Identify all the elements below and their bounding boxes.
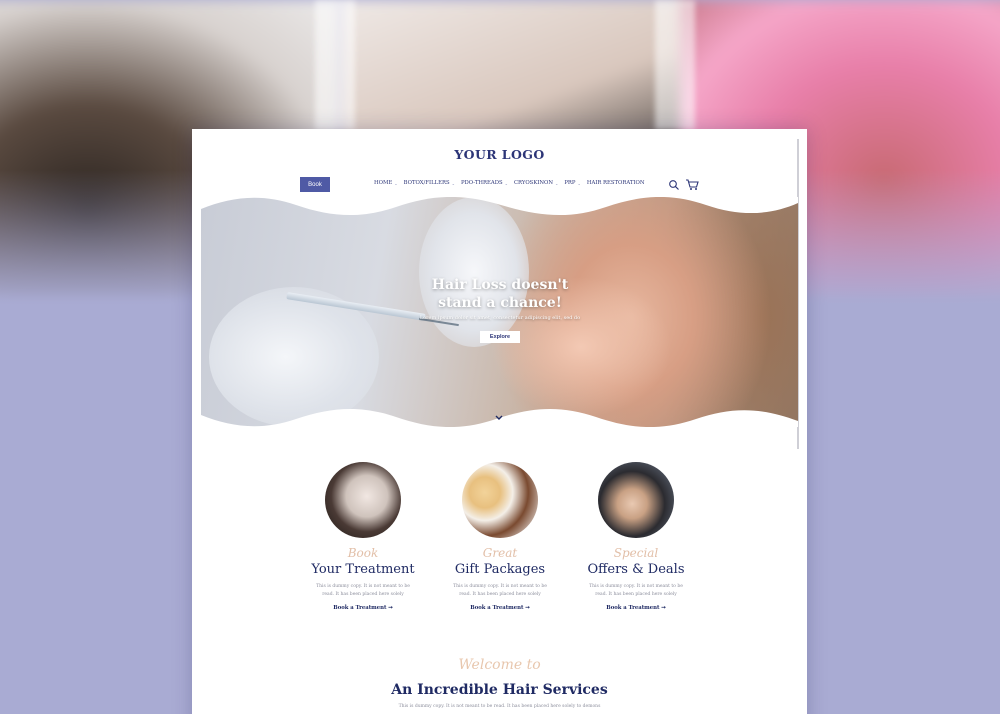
- hero-wave-top: [201, 197, 798, 216]
- chevron-down-icon: ⌄: [577, 180, 581, 186]
- card-offers-deals: Special Offers & Deals This is dummy cop…: [571, 462, 701, 611]
- link-label: Book a Treatment: [470, 605, 524, 611]
- book-treatment-link[interactable]: Book a Treatment ➞: [435, 605, 565, 611]
- website-mockup: YOUR LOGO Book HOME ⌄ BOTOX/FILLERS ⌄ PDO-…: [192, 129, 807, 714]
- nav-label: BOTOX/FILLERS: [403, 180, 450, 186]
- card-description: This is dummy copy. It is not meant to b…: [589, 584, 683, 597]
- card-title: Your Treatment: [311, 562, 415, 577]
- hero-title-line2: stand a chance!: [438, 295, 562, 311]
- gift-image: [462, 462, 538, 538]
- backdrop-divider: [315, 0, 355, 130]
- nav-label: PDO-THREADS: [460, 180, 503, 186]
- nav-label: HAIR RESTORATION: [586, 180, 645, 186]
- card-your-treatment: Book Your Treatment This is dummy copy. …: [298, 462, 428, 611]
- card-description: This is dummy copy. It is not meant to b…: [316, 584, 410, 597]
- nav-item-pdo-threads[interactable]: PDO-THREADS ⌄: [461, 180, 508, 186]
- link-label: Book a Treatment: [333, 605, 387, 611]
- card-description: This is dummy copy. It is not meant to b…: [453, 584, 547, 597]
- explore-button[interactable]: Explore: [480, 331, 520, 343]
- backdrop-divider: [655, 0, 695, 130]
- book-button[interactable]: Book: [300, 177, 330, 192]
- hero-subtitle: Lorem ipsum dolor sit amet, consectetur …: [419, 315, 581, 321]
- chevron-down-icon: ⌄: [554, 180, 559, 186]
- arrow-right-icon: ➞: [525, 605, 530, 611]
- nav-item-botox-fillers[interactable]: BOTOX/FILLERS ⌄: [404, 180, 455, 186]
- nav-item-home[interactable]: HOME ⌄: [374, 180, 398, 186]
- card-script-label: Book: [347, 546, 379, 560]
- treatment-image: [325, 462, 401, 538]
- site-logo[interactable]: YOUR LOGO: [192, 147, 807, 162]
- nav-label: PRP: [564, 180, 576, 186]
- arrow-right-icon: ➞: [388, 605, 393, 611]
- nav-item-prp[interactable]: PRP ⌄: [564, 180, 580, 186]
- hero-banner: Hair Loss doesn't stand a chance! Lorem …: [201, 197, 798, 427]
- search-icon[interactable]: [668, 179, 680, 191]
- welcome-description: This is dummy copy. It is not meant to b…: [398, 704, 601, 709]
- card-script-label: Great: [482, 546, 518, 560]
- nav-label: CRYOSKINON: [513, 180, 553, 186]
- card-gift-packages: Great Gift Packages This is dummy copy. …: [435, 462, 565, 611]
- cart-icon[interactable]: [685, 178, 699, 191]
- nav-item-cryoskinon[interactable]: CRYOSKINON ⌄: [514, 180, 558, 186]
- book-treatment-link[interactable]: Book a Treatment ➞: [298, 605, 428, 611]
- nav-label: HOME: [374, 180, 393, 186]
- offers-image: [598, 462, 674, 538]
- hero-title-line1: Hair Loss doesn't: [431, 277, 569, 293]
- card-script-label: Special: [613, 546, 659, 560]
- nav-item-hair-restoration[interactable]: HAIR RESTORATION: [587, 180, 645, 186]
- hero-title: Hair Loss doesn't stand a chance!: [411, 276, 589, 312]
- chevron-down-icon[interactable]: [494, 414, 504, 422]
- chevron-down-icon: ⌄: [504, 180, 508, 186]
- link-label: Book a Treatment: [606, 605, 660, 611]
- welcome-script: Welcome to: [458, 657, 541, 673]
- book-treatment-link[interactable]: Book a Treatment ➞: [571, 605, 701, 611]
- chevron-down-icon: ⌄: [394, 180, 398, 186]
- main-nav: HOME ⌄ BOTOX/FILLERS ⌄ PDO-THREADS ⌄ CRYOSK…: [374, 180, 645, 186]
- welcome-title: An Incredible Hair Services: [391, 682, 608, 698]
- card-title: Offers & Deals: [587, 562, 685, 577]
- arrow-right-icon: ➞: [661, 605, 666, 611]
- card-title: Gift Packages: [454, 562, 546, 577]
- chevron-down-icon: ⌄: [451, 180, 455, 186]
